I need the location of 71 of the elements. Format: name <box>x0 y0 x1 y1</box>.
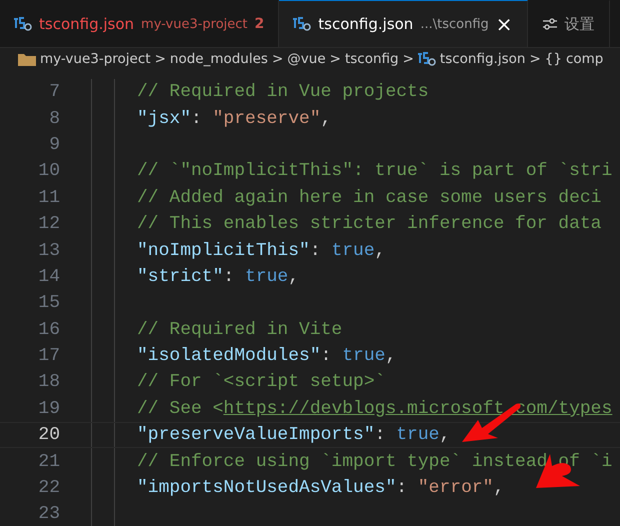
line-number: 8 <box>48 108 60 129</box>
chevron-separator: > <box>272 51 284 67</box>
settings-icon <box>542 17 558 31</box>
file-icon <box>418 52 436 66</box>
line-number: 9 <box>48 134 60 155</box>
line-number: 19 <box>37 398 60 419</box>
chevron-separator: > <box>330 51 341 67</box>
boolean-value: true <box>342 346 386 366</box>
breadcrumb-item[interactable]: comp <box>566 51 604 67</box>
breadcrumb-item[interactable]: node_modules <box>170 51 268 67</box>
line-number: 17 <box>37 346 60 366</box>
boolean-value: true <box>396 425 440 446</box>
chevron-separator: > <box>529 51 541 67</box>
code-comment: // Required in Vue projects <box>137 82 429 102</box>
line-number: 11 <box>37 188 60 208</box>
breadcrumb-item[interactable]: @vue <box>287 51 326 67</box>
breadcrumb-item[interactable]: my-vue3-project <box>40 51 151 67</box>
braces-icon: {} <box>544 51 562 67</box>
code-comment: // See < <box>137 398 224 419</box>
line-number: 13 <box>37 240 60 261</box>
string-value: "preserve" <box>212 108 321 129</box>
line-number: 15 <box>37 293 60 314</box>
line-number: 14 <box>37 266 60 287</box>
punctuation: : <box>396 478 408 498</box>
boolean-value: true <box>245 266 288 287</box>
punctuation: : <box>191 108 203 129</box>
line-number: 20 <box>37 425 60 446</box>
code-comment: // For `<script setup>` <box>137 372 386 392</box>
breadcrumb-item[interactable]: tsconfig <box>344 51 399 67</box>
punctuation: : <box>320 346 332 366</box>
file-icon <box>293 17 312 31</box>
punctuation: , <box>320 108 332 129</box>
folder-icon <box>18 52 36 66</box>
breadcrumb-item[interactable]: tsconfig.json <box>440 51 526 67</box>
code-comment: // Required in Vite <box>137 320 342 340</box>
line-number: 21 <box>37 452 60 472</box>
json-key: "importsNotUsedAsValues" <box>137 478 396 498</box>
punctuation: : <box>374 425 386 446</box>
json-key: "noImplicitThis" <box>137 240 310 261</box>
punctuation: , <box>439 425 450 446</box>
code-comment: // This enables stricter inference for data <box>137 214 602 234</box>
line-number: 10 <box>37 161 60 182</box>
line-number: 7 <box>48 82 60 102</box>
close-button[interactable]: × <box>496 12 513 36</box>
punctuation: , <box>288 266 300 287</box>
editor-tab[interactable]: tsconfig.json ...\tsconfig × <box>279 0 528 47</box>
punctuation: : <box>223 266 236 287</box>
tab-description: my-vue3-project <box>141 16 248 32</box>
code-comment: // `"noImplicitThis": true` is part of `stri <box>137 161 612 182</box>
editor-tab[interactable]: 设置 <box>528 0 610 47</box>
line-number: 23 <box>37 504 60 524</box>
line-number: 22 <box>37 478 60 498</box>
chevron-separator: > <box>154 51 166 67</box>
chevron-separator: > <box>402 51 414 67</box>
line-number: 16 <box>37 320 60 340</box>
file-icon <box>14 17 32 31</box>
punctuation: , <box>385 346 396 366</box>
code-comment: // Added again here in case some users deci <box>137 188 602 208</box>
json-key: "strict" <box>137 266 224 287</box>
problem-count: 2 <box>254 16 264 32</box>
string-value: "error" <box>418 478 494 498</box>
punctuation: : <box>310 240 322 261</box>
json-key: "jsx" <box>137 108 192 129</box>
tab-description: ...\tsconfig <box>420 16 489 32</box>
json-key: "isolatedModules" <box>137 346 321 366</box>
line-number: 12 <box>37 214 60 234</box>
punctuation: , <box>374 240 386 261</box>
json-key: "preserveValueImports" <box>137 425 375 446</box>
line-number: 18 <box>37 372 60 392</box>
boolean-value: true <box>331 240 375 261</box>
punctuation: , <box>493 478 504 498</box>
